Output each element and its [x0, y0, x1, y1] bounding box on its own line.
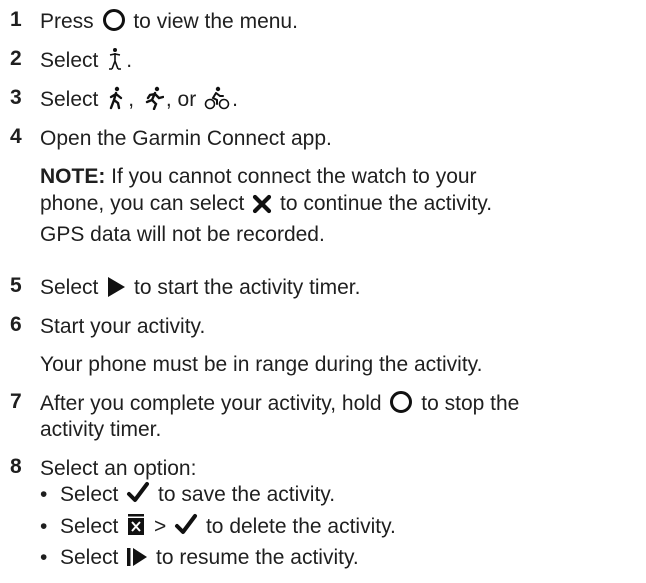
step-subtext: Your phone must be in range during the a…	[40, 353, 483, 376]
play-icon	[106, 276, 126, 305]
standing-figure-icon	[106, 47, 124, 78]
list-item: • Select > to delete the activity.	[40, 513, 396, 543]
note-label: NOTE:	[40, 165, 106, 188]
step-number: 1	[10, 8, 22, 31]
circle-button-icon	[102, 8, 126, 39]
step-number: 4	[10, 125, 22, 148]
step-text: Press to view the menu.	[40, 8, 298, 39]
check-icon	[126, 481, 150, 511]
step-number: 6	[10, 313, 22, 336]
step-number: 7	[10, 390, 22, 413]
step-text: Select to start the activity timer.	[40, 274, 360, 305]
circle-button-icon	[389, 390, 413, 421]
step-number: 3	[10, 86, 22, 109]
step-text: Start your activity.	[40, 315, 206, 338]
instructions-document: 1 Press to view the menu. 2 Select . 3 S…	[0, 0, 646, 583]
bullet: •	[40, 546, 48, 569]
step-number: 5	[10, 274, 22, 297]
step-number: 8	[10, 455, 22, 478]
resume-icon	[126, 546, 148, 574]
x-icon	[252, 194, 272, 221]
step-text: Select an option:	[40, 457, 197, 480]
list-item: • Select to save the activity.	[40, 481, 335, 511]
check-icon	[174, 513, 198, 543]
step-text-line2: activity timer.	[40, 418, 162, 441]
walk-icon	[106, 86, 126, 117]
bullet: •	[40, 483, 48, 506]
step-text: Select .	[40, 47, 132, 78]
trash-icon	[126, 513, 146, 543]
step-text: Select , , or .	[40, 86, 238, 117]
step-text: Open the Garmin Connect app.	[40, 127, 332, 150]
run-icon	[142, 86, 165, 117]
list-item: • Select to resume the activity.	[40, 545, 359, 574]
bike-icon	[204, 86, 230, 117]
bullet: •	[40, 515, 48, 538]
step-number: 2	[10, 47, 22, 70]
note-block: NOTE: If you cannot connect the watch to…	[40, 165, 493, 246]
